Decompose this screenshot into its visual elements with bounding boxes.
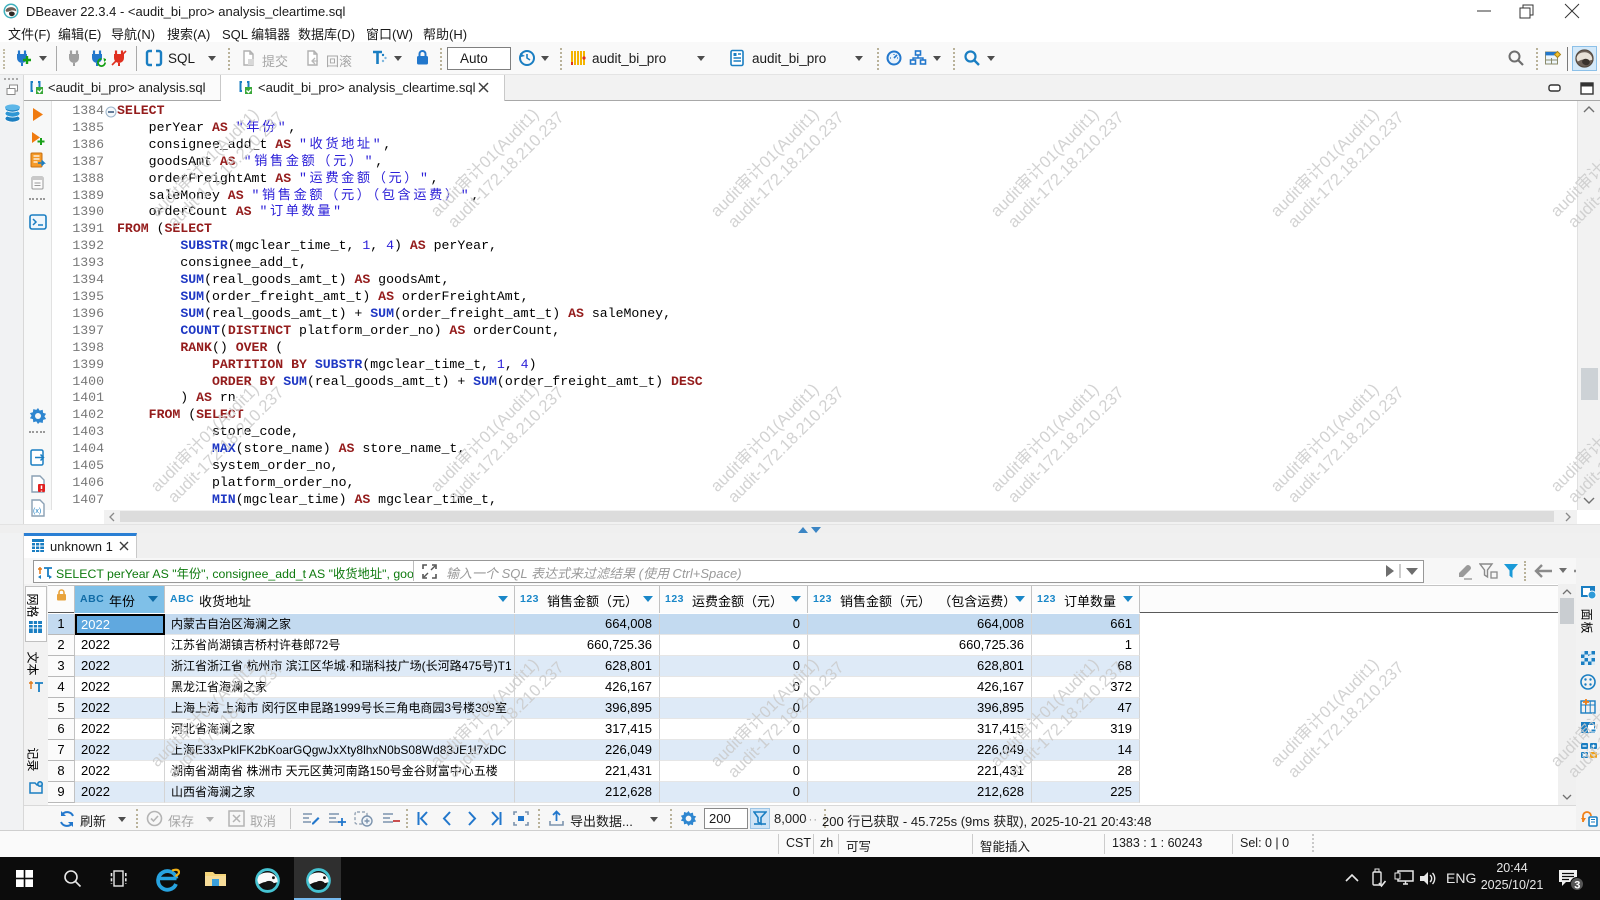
svg-text:(x): (x) xyxy=(33,508,41,515)
svg-text:3: 3 xyxy=(1574,880,1580,892)
